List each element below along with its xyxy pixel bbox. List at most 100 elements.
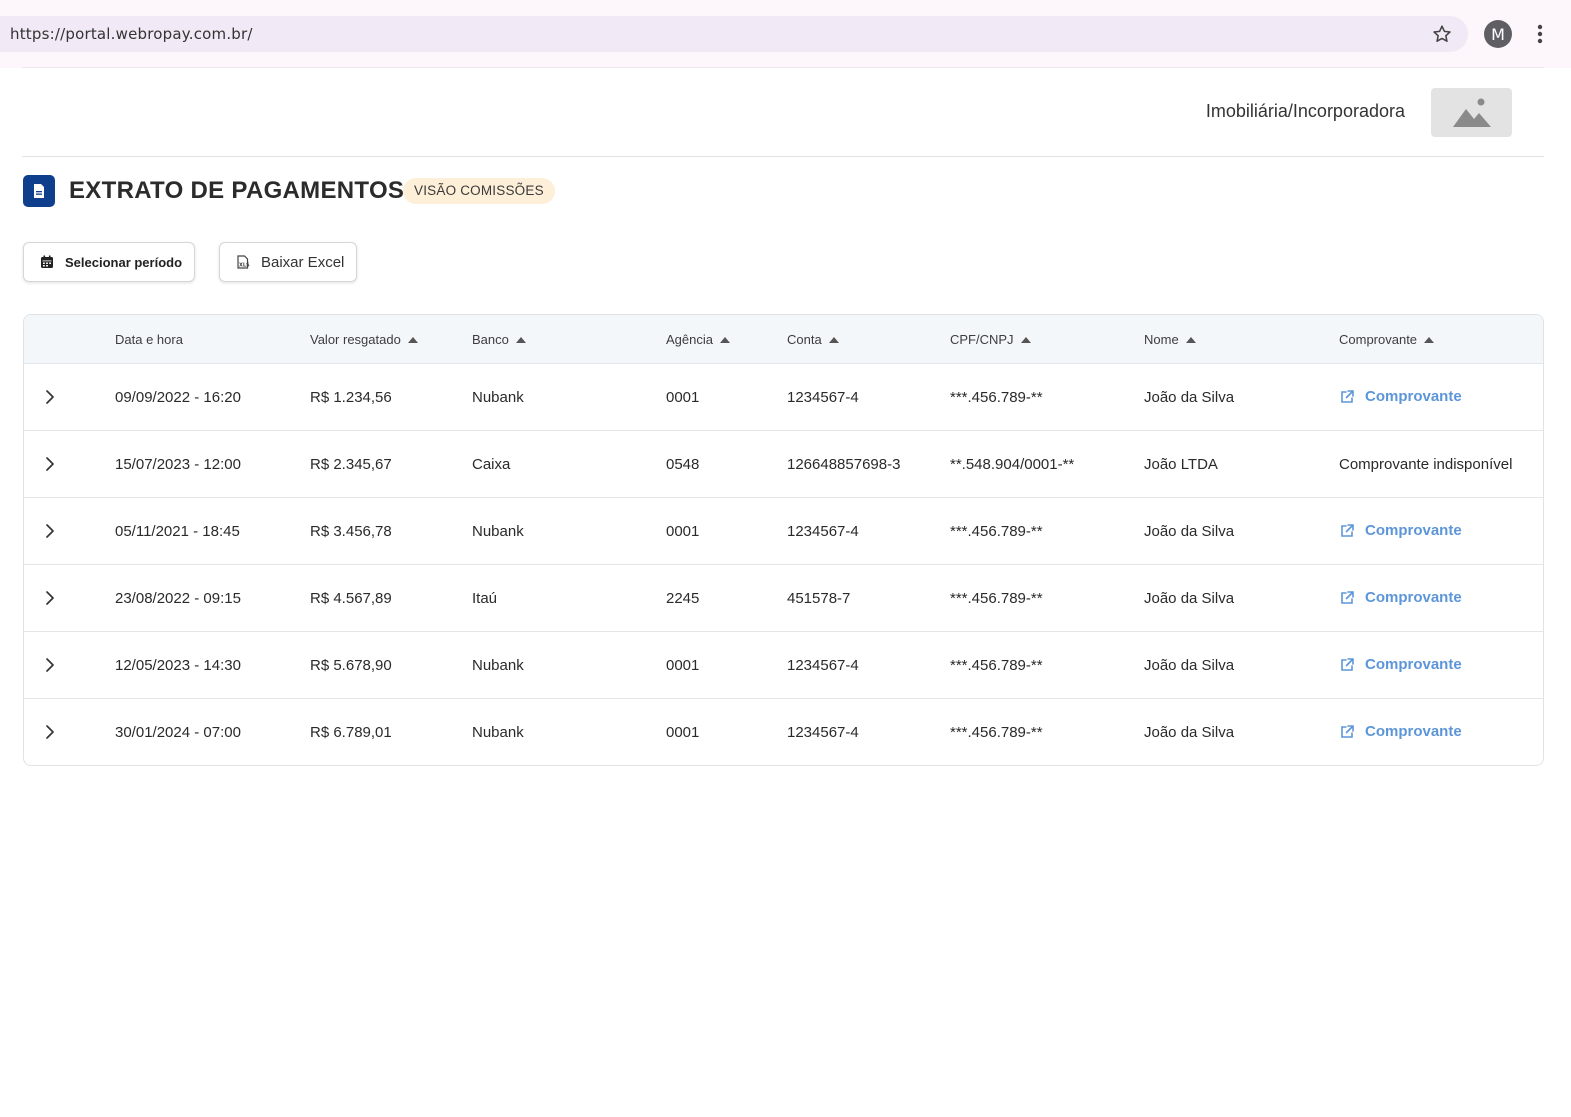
cell-account: 1234567-4 — [787, 523, 859, 540]
table-header: Data e hora Valor resgatado Banco Agênci… — [24, 315, 1543, 364]
cell-date: 23/08/2022 - 09:15 — [115, 590, 241, 607]
cell-bank: Nubank — [472, 657, 524, 674]
receipt-link[interactable]: Comprovante — [1339, 723, 1462, 740]
cell-value: R$ 2.345,67 — [310, 456, 392, 473]
document-icon — [23, 175, 55, 207]
view-badge: VISÃO COMISSÕES — [403, 178, 555, 204]
column-header-document[interactable]: CPF/CNPJ — [950, 332, 1031, 347]
receipt-link[interactable]: Comprovante — [1339, 388, 1462, 405]
cell-agency: 0001 — [666, 657, 700, 674]
sort-ascending-icon[interactable] — [719, 336, 730, 343]
calendar-icon — [40, 255, 54, 269]
company-logo — [1431, 88, 1512, 137]
download-excel-button[interactable]: XLS Baixar Excel — [219, 242, 357, 282]
sort-ascending-icon[interactable] — [1020, 336, 1031, 343]
avatar-letter: M — [1491, 24, 1505, 44]
cell-agency: 0001 — [666, 523, 700, 540]
chevron-right-icon[interactable] — [42, 455, 58, 473]
receipt-unavailable: Comprovante indisponível — [1339, 456, 1513, 473]
toolbar-divider — [22, 67, 1544, 68]
sort-ascending-icon[interactable] — [1424, 336, 1435, 343]
cell-name: João da Silva — [1144, 657, 1235, 674]
company-name: Imobiliária/Incorporadora — [1205, 101, 1405, 121]
receipt-link[interactable]: Comprovante — [1339, 656, 1462, 673]
sort-ascending-icon[interactable] — [1185, 336, 1196, 343]
chevron-right-icon[interactable] — [42, 522, 58, 540]
table-row: 09/09/2022 - 16:20 R$ 1.234,56 Nubank 00… — [24, 364, 1543, 431]
cell-document: ***.456.789-** — [950, 523, 1043, 540]
cell-date: 15/07/2023 - 12:00 — [115, 456, 241, 473]
chevron-right-icon[interactable] — [42, 723, 58, 741]
sort-ascending-icon[interactable] — [828, 336, 839, 343]
cell-bank: Nubank — [472, 724, 524, 741]
column-header-date[interactable]: Data e hora — [115, 332, 183, 347]
download-excel-label: Baixar Excel — [261, 253, 345, 271]
receipt-link-label: Comprovante — [1365, 589, 1462, 606]
receipt-link-label: Comprovante — [1365, 656, 1462, 673]
cell-name: João da Silva — [1144, 523, 1235, 540]
cell-bank: Itaú — [472, 590, 498, 607]
image-placeholder-icon — [1452, 98, 1491, 127]
excel-file-icon: XLS — [236, 255, 250, 269]
cell-agency: 2245 — [666, 590, 700, 607]
column-header-receipt[interactable]: Comprovante — [1339, 332, 1435, 347]
column-header-bank[interactable]: Banco — [472, 332, 526, 347]
table-row: 15/07/2023 - 12:00 R$ 2.345,67 Caixa 054… — [24, 431, 1543, 498]
cell-name: João da Silva — [1144, 590, 1235, 607]
cell-date: 05/11/2021 - 18:45 — [115, 523, 240, 540]
table-row: 05/11/2021 - 18:45 R$ 3.456,78 Nubank 00… — [24, 498, 1543, 565]
receipt-link[interactable]: Comprovante — [1339, 589, 1462, 606]
cell-account: 1234567-4 — [787, 724, 859, 741]
receipt-link-label: Comprovante — [1365, 388, 1462, 405]
cell-value: R$ 3.456,78 — [310, 523, 392, 540]
table-row: 30/01/2024 - 07:00 R$ 6.789,01 Nubank 00… — [24, 699, 1543, 765]
external-link-icon — [1339, 389, 1355, 405]
external-link-icon — [1339, 590, 1355, 606]
cell-date: 30/01/2024 - 07:00 — [115, 724, 241, 741]
chevron-right-icon[interactable] — [42, 388, 58, 406]
column-header-value[interactable]: Valor resgatado — [310, 332, 418, 347]
chevron-right-icon[interactable] — [42, 656, 58, 674]
cell-date: 09/09/2022 - 16:20 — [115, 389, 241, 406]
more-menu-icon[interactable] — [1530, 22, 1550, 46]
sort-ascending-icon[interactable] — [515, 336, 526, 343]
cell-agency: 0001 — [666, 724, 700, 741]
cell-bank: Nubank — [472, 389, 524, 406]
column-header-agency[interactable]: Agência — [666, 332, 730, 347]
page-title: EXTRATO DE PAGAMENTOS — [69, 177, 405, 204]
chevron-right-icon[interactable] — [42, 589, 58, 607]
bookmark-star-icon[interactable] — [1431, 23, 1453, 45]
table-row: 12/05/2023 - 14:30 R$ 5.678,90 Nubank 00… — [24, 632, 1543, 699]
sort-ascending-icon[interactable] — [407, 336, 418, 343]
column-header-account[interactable]: Conta — [787, 332, 839, 347]
cell-document: ***.456.789-** — [950, 657, 1043, 674]
cell-value: R$ 1.234,56 — [310, 389, 392, 406]
cell-account: 1234567-4 — [787, 389, 859, 406]
table-body: 09/09/2022 - 16:20 R$ 1.234,56 Nubank 00… — [24, 364, 1543, 765]
select-period-label: Selecionar período — [65, 254, 183, 270]
receipt-link[interactable]: Comprovante — [1339, 522, 1462, 539]
external-link-icon — [1339, 657, 1355, 673]
cell-account: 126648857698-3 — [787, 456, 901, 473]
column-header-name[interactable]: Nome — [1144, 332, 1196, 347]
external-link-icon — [1339, 523, 1355, 539]
cell-account: 1234567-4 — [787, 657, 859, 674]
cell-value: R$ 6.789,01 — [310, 724, 392, 741]
cell-bank: Nubank — [472, 523, 524, 540]
cell-document: ***.456.789-** — [950, 590, 1043, 607]
header-divider — [22, 156, 1544, 157]
cell-value: R$ 5.678,90 — [310, 657, 392, 674]
cell-name: João da Silva — [1144, 389, 1235, 406]
address-bar[interactable]: https://portal.webropay.com.br/ — [0, 16, 1468, 52]
cell-account: 451578-7 — [787, 590, 851, 607]
url-text[interactable]: https://portal.webropay.com.br/ — [10, 25, 253, 43]
svg-text:XLS: XLS — [239, 263, 250, 269]
select-period-button[interactable]: Selecionar período — [23, 242, 195, 282]
payments-table: Data e hora Valor resgatado Banco Agênci… — [23, 314, 1544, 766]
browser-toolbar: https://portal.webropay.com.br/ M — [0, 0, 1571, 68]
cell-bank: Caixa — [472, 456, 511, 473]
table-row: 23/08/2022 - 09:15 R$ 4.567,89 Itaú 2245… — [24, 565, 1543, 632]
cell-document: **.548.904/0001-** — [950, 456, 1075, 473]
profile-avatar[interactable]: M — [1484, 20, 1512, 48]
cell-agency: 0001 — [666, 389, 700, 406]
